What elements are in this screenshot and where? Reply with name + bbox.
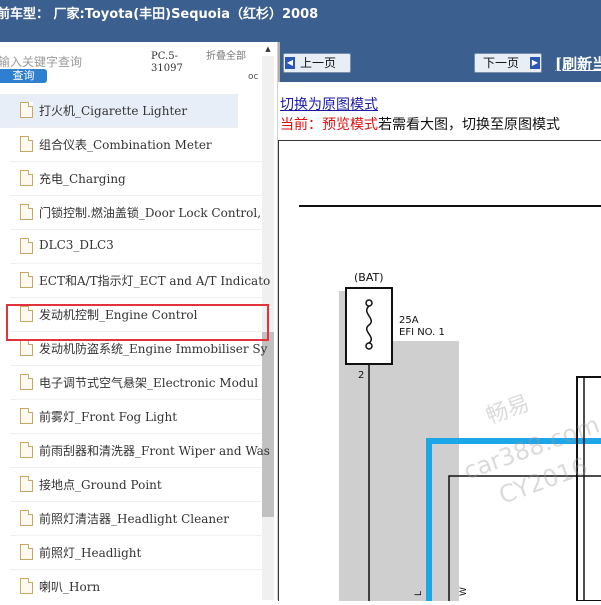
tree-item-label: 发动机防盗系统_Engine Immobiliser Sy	[39, 342, 268, 356]
tree-item-label: 电子调节式空气悬架_Electronic Modul	[39, 376, 259, 390]
tree-item[interactable]: 前照灯清洁器_Headlight Cleaner	[0, 502, 262, 536]
next-page-button[interactable]: 下一页 ▶	[474, 53, 542, 73]
vehicle-title: 前车型： 厂家:Toyota(丰田)Sequoia（红杉）2008	[0, 7, 319, 22]
tree-item-label: 门锁控制.燃油盖锁_Door Lock Control,	[39, 206, 262, 220]
tree-item-label: 接地点_Ground Point	[39, 478, 162, 492]
sidebar: 查询 PC.5-31097 折叠全部 oc ▲ 打火机_Cigarette Li…	[0, 42, 278, 600]
tree-item-label: 前照灯_Headlight	[39, 546, 142, 560]
fuse-terminal-top	[365, 299, 373, 307]
tree-item-label: 前照灯清洁器_Headlight Cleaner	[39, 512, 229, 526]
tree-item[interactable]: 喇叭_Horn	[0, 570, 262, 600]
file-icon	[20, 510, 33, 526]
gray-wire-segment	[339, 371, 357, 601]
mode-hint: 若需看大图，切换至原图模式	[378, 117, 560, 133]
pc-code: PC.5-31097	[151, 51, 183, 74]
file-icon	[20, 578, 33, 594]
file-icon	[20, 170, 33, 186]
refresh-link[interactable]: [刷新当	[555, 53, 601, 74]
connector-frame	[576, 376, 601, 602]
file-icon	[20, 238, 33, 254]
next-page-label: 下一页	[483, 56, 520, 70]
arrow-left-icon: ◀	[285, 57, 295, 69]
file-icon	[20, 204, 33, 220]
file-icon	[20, 374, 33, 390]
tree-item-label: 喇叭_Horn	[39, 580, 101, 594]
file-icon	[20, 136, 33, 152]
file-icon	[20, 544, 33, 560]
query-button[interactable]: 查询	[0, 69, 47, 83]
tree-item[interactable]: 组合仪表_Combination Meter	[0, 128, 262, 162]
prev-page-label: 上一页	[300, 56, 337, 70]
arrow-right-icon: ▶	[530, 57, 540, 69]
tree-item-label: ECT和A/T指示灯_ECT and A/T Indicato	[39, 274, 271, 288]
tree-item[interactable]: 充电_Charging	[0, 162, 262, 196]
prev-page-button[interactable]: ◀ 上一页	[283, 53, 351, 73]
selection-highlight	[6, 304, 269, 341]
overflow-text: oc	[248, 72, 259, 82]
tree-list: 打火机_Cigarette Lighter 组合仪表_Combination M…	[0, 94, 270, 600]
tree-item[interactable]: 前照灯_Headlight	[0, 536, 262, 570]
scroll-up-icon[interactable]: ▲	[263, 44, 273, 54]
pin-number: 2	[358, 370, 364, 381]
main-content: ◀ 上一页 下一页 ▶ [刷新当 切换为原图模式 当前：预览模式若需看大图，切换…	[278, 42, 601, 602]
wiring-diagram-svg: (BAT) 25A EFI NO. 1 2 L W 畅易 car388.com …	[299, 205, 601, 602]
file-icon	[20, 408, 33, 424]
file-icon	[20, 102, 33, 118]
tree-item[interactable]: 前雾灯_Front Fog Light	[0, 400, 262, 434]
tree-item[interactable]: ECT和A/T指示灯_ECT and A/T Indicato	[0, 264, 270, 298]
fuse-rating: 25A	[399, 315, 419, 326]
tree-item[interactable]: DLC3_DLC3	[0, 230, 262, 264]
switch-mode-link[interactable]: 切换为原图模式	[280, 94, 378, 114]
main-toolbar: ◀ 上一页 下一页 ▶ [刷新当	[278, 42, 601, 82]
wire-code-l: L	[414, 591, 424, 596]
tree-item[interactable]: 电子调节式空气悬架_Electronic Modul	[0, 366, 262, 400]
tree-item[interactable]: 前雨刮器和清洗器_Front Wiper and Was	[0, 434, 270, 468]
tree-item-label: 打火机_Cigarette Lighter	[39, 104, 188, 118]
top-header: 前车型： 厂家:Toyota(丰田)Sequoia（红杉）2008	[0, 0, 601, 42]
tree-item[interactable]: 门锁控制.燃油盖锁_Door Lock Control,	[0, 196, 262, 230]
tree-item-label: 前雾灯_Front Fog Light	[39, 410, 178, 424]
tree-item-label: DLC3_DLC3	[39, 238, 114, 252]
file-icon	[20, 340, 33, 356]
wiring-diagram[interactable]: (BAT) 25A EFI NO. 1 2 L W 畅易 car388.com …	[278, 140, 601, 602]
file-icon	[20, 442, 33, 458]
tree-item-label: 前雨刮器和清洗器_Front Wiper and Was	[39, 444, 270, 458]
fuse-terminal-bottom	[365, 342, 373, 350]
current-mode-line: 当前：预览模式若需看大图，切换至原图模式	[280, 114, 560, 134]
file-icon	[20, 272, 33, 288]
fuse-name: EFI NO. 1	[399, 327, 445, 338]
watermark-text-1: 畅易	[483, 391, 533, 430]
bat-label: (BAT)	[354, 271, 384, 284]
tree-item-label: 组合仪表_Combination Meter	[39, 138, 212, 152]
tree-item[interactable]: 打火机_Cigarette Lighter	[0, 94, 238, 128]
wire-code-w: W	[459, 587, 469, 596]
current-mode: 当前：预览模式	[280, 117, 378, 133]
tree-item-label: 充电_Charging	[39, 172, 126, 186]
tree-item[interactable]: 接地点_Ground Point	[0, 468, 262, 502]
collapse-all-button[interactable]: 折叠全部	[206, 51, 246, 63]
scrollbar-thumb[interactable]	[262, 332, 274, 517]
file-icon	[20, 476, 33, 492]
